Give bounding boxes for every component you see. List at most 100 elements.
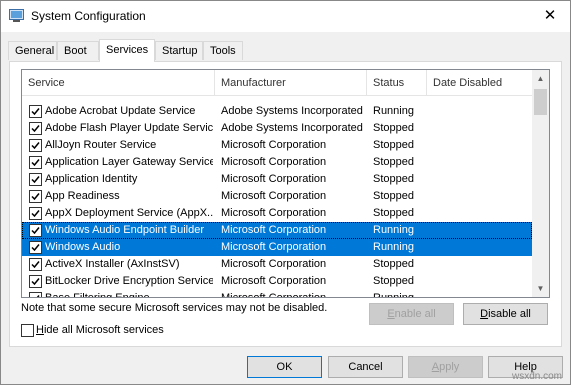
- title-bar: System Configuration ✕: [1, 1, 570, 32]
- table-row[interactable]: AppX Deployment Service (AppX... Microsof…: [22, 205, 532, 222]
- service-name-cell: ActiveX Installer (AxInstSV): [45, 258, 180, 270]
- service-checkbox[interactable]: [29, 105, 42, 118]
- service-name-cell: Adobe Flash Player Update Service: [45, 122, 213, 134]
- checkmark-icon: [36, 295, 40, 297]
- service-checkbox[interactable]: [29, 224, 42, 237]
- services-list[interactable]: Service Manufacturer Status Date Disable…: [21, 69, 550, 298]
- service-name-cell: AppX Deployment Service (AppX...: [45, 207, 213, 219]
- manufacturer-cell: Microsoft Corporation: [221, 292, 327, 298]
- tab-boot[interactable]: Boot: [57, 41, 99, 60]
- service-name-cell: Windows Audio Endpoint Builder: [45, 224, 204, 236]
- service-name-cell: Application Identity: [45, 173, 138, 185]
- checkmark-icon: [31, 193, 40, 201]
- checkmark-icon: [31, 278, 40, 286]
- tab-startup[interactable]: Startup: [155, 41, 203, 60]
- tab-tools[interactable]: Tools: [203, 41, 243, 60]
- manufacturer-cell: Microsoft Corporation: [221, 224, 327, 236]
- column-header-status[interactable]: Status: [367, 70, 427, 95]
- table-row[interactable]: ActiveX Installer (AxInstSV) Microsoft Co…: [22, 256, 532, 273]
- service-name-cell: AllJoyn Router Service: [45, 139, 157, 151]
- table-row[interactable]: Base Filtering Engine Microsoft Corporati…: [22, 290, 532, 298]
- service-checkbox[interactable]: [29, 122, 42, 135]
- service-checkbox[interactable]: [29, 156, 42, 169]
- services-tab-panel: Service Manufacturer Status Date Disable…: [9, 61, 562, 347]
- manufacturer-cell: Microsoft Corporation: [221, 173, 327, 185]
- apply-button[interactable]: Apply: [408, 356, 483, 378]
- manufacturer-cell: Microsoft Corporation: [221, 156, 327, 168]
- status-cell: Running: [373, 224, 414, 236]
- scroll-down-icon[interactable]: ▼: [532, 280, 549, 297]
- service-checkbox[interactable]: [29, 207, 42, 220]
- status-cell: Running: [373, 241, 414, 253]
- table-row[interactable]: Application Layer Gateway Service Microso…: [22, 154, 532, 171]
- tab-services[interactable]: Services: [99, 39, 155, 62]
- enable-all-button[interactable]: Enable all: [369, 303, 454, 325]
- column-header-service[interactable]: Service: [22, 70, 215, 95]
- scroll-up-icon[interactable]: ▲: [532, 70, 549, 87]
- manufacturer-cell: Microsoft Corporation: [221, 258, 327, 270]
- checkmark-icon: [31, 142, 40, 150]
- status-cell: Stopped: [373, 156, 414, 168]
- service-checkbox[interactable]: [29, 241, 42, 254]
- status-cell: Stopped: [373, 190, 414, 202]
- service-name-cell: Application Layer Gateway Service: [45, 156, 213, 168]
- service-checkbox[interactable]: [29, 275, 42, 288]
- status-cell: Stopped: [373, 173, 414, 185]
- column-header-manufacturer[interactable]: Manufacturer: [215, 70, 367, 95]
- status-cell: Stopped: [373, 122, 414, 134]
- service-name-cell: App Readiness: [45, 190, 120, 202]
- service-checkbox[interactable]: [29, 173, 42, 186]
- service-checkbox[interactable]: [29, 139, 42, 152]
- close-icon[interactable]: ✕: [530, 1, 570, 32]
- tab-general[interactable]: General: [8, 41, 57, 60]
- service-checkbox[interactable]: [29, 292, 42, 297]
- service-checkbox[interactable]: [29, 258, 42, 271]
- checkmark-icon: [31, 176, 40, 184]
- table-row[interactable]: App Readiness Microsoft Corporation Stoppe…: [22, 188, 532, 205]
- table-row[interactable]: AllJoyn Router Service Microsoft Corporat…: [22, 137, 532, 154]
- service-checkbox[interactable]: [29, 190, 42, 203]
- manufacturer-cell: Microsoft Corporation: [221, 241, 327, 253]
- manufacturer-cell: Adobe Systems Incorporated: [221, 105, 363, 117]
- table-row[interactable]: Windows Audio Endpoint Builder Microsoft …: [22, 222, 532, 239]
- status-cell: Stopped: [373, 275, 414, 287]
- disable-all-button[interactable]: Disable all: [463, 303, 548, 325]
- manufacturer-cell: Adobe Systems Incorporated: [221, 122, 363, 134]
- checkmark-icon: [31, 261, 40, 269]
- checkmark-icon: [31, 159, 40, 167]
- system-configuration-window: System Configuration ✕ General Boot Serv…: [0, 0, 571, 385]
- vertical-scrollbar[interactable]: ▲ ▼: [532, 70, 549, 297]
- scroll-thumb[interactable]: [534, 89, 547, 115]
- cancel-button[interactable]: Cancel: [328, 356, 403, 378]
- secure-services-note: Note that some secure Microsoft services…: [21, 302, 328, 314]
- manufacturer-cell: Microsoft Corporation: [221, 207, 327, 219]
- hide-microsoft-services-label[interactable]: Hide all Microsoft services: [36, 324, 164, 336]
- table-row[interactable]: Application Identity Microsoft Corporatio…: [22, 171, 532, 188]
- checkmark-icon: [31, 227, 40, 235]
- manufacturer-cell: Microsoft Corporation: [221, 275, 327, 287]
- status-cell: Stopped: [373, 139, 414, 151]
- checkmark-icon: [31, 125, 40, 133]
- list-header: Service Manufacturer Status Date Disable…: [22, 70, 532, 96]
- ok-button[interactable]: OK: [247, 356, 322, 378]
- service-name-cell: Adobe Acrobat Update Service: [45, 105, 196, 117]
- table-row[interactable]: BitLocker Drive Encryption Service Micros…: [22, 273, 532, 290]
- watermark: wsxdn.com: [511, 371, 562, 382]
- checkmark-icon: [31, 108, 40, 116]
- status-cell: Stopped: [373, 258, 414, 270]
- service-name-cell: BitLocker Drive Encryption Service: [45, 275, 213, 287]
- column-header-date-disabled[interactable]: Date Disabled: [427, 70, 532, 95]
- manufacturer-cell: Microsoft Corporation: [221, 190, 327, 202]
- service-name-cell: Windows Audio: [45, 241, 121, 253]
- status-cell: Stopped: [373, 207, 414, 219]
- status-cell: Running: [373, 292, 414, 298]
- table-row[interactable]: Windows Audio Microsoft Corporation Runnin…: [22, 239, 532, 256]
- window-title: System Configuration: [31, 9, 146, 23]
- table-row[interactable]: Adobe Flash Player Update Service Adobe S…: [22, 120, 532, 137]
- status-cell: Running: [373, 105, 414, 117]
- table-row[interactable]: Adobe Acrobat Update Service Adobe System…: [22, 103, 532, 120]
- checkmark-icon: [31, 244, 40, 252]
- service-name-cell: Base Filtering Engine: [45, 292, 150, 298]
- checkmark-icon: [31, 210, 40, 218]
- hide-microsoft-services-checkbox[interactable]: [21, 324, 34, 337]
